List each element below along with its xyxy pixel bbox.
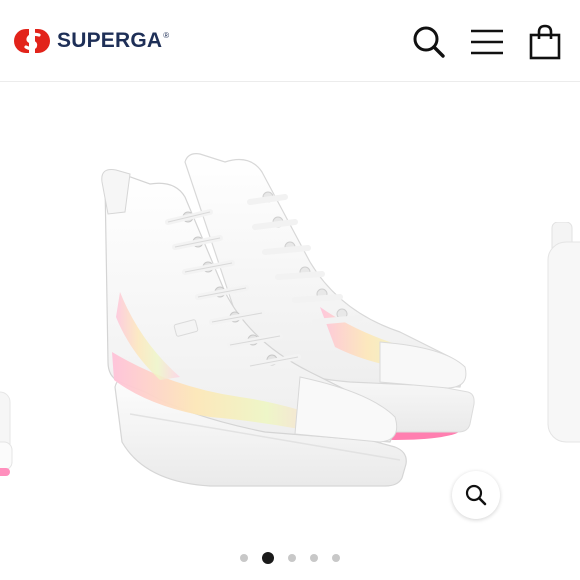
- cart-icon: [529, 24, 561, 60]
- slide-dot-2[interactable]: [262, 552, 274, 564]
- slide-dot-5[interactable]: [332, 554, 340, 562]
- brand-name: SUPERGA: [57, 29, 163, 52]
- zoom-button[interactable]: [452, 471, 500, 519]
- zoom-in-icon: [465, 484, 487, 506]
- registered-mark: ®: [163, 31, 170, 40]
- search-button[interactable]: [409, 22, 449, 62]
- brand-logo[interactable]: SUPERGA ®: [14, 27, 169, 55]
- slide-indicator: [0, 552, 580, 564]
- menu-icon: [471, 29, 503, 55]
- cart-button[interactable]: [525, 22, 565, 62]
- product-page: SUPERGA ®: [0, 0, 580, 580]
- superga-s-logo-icon: [14, 28, 50, 54]
- site-header: SUPERGA ®: [0, 0, 580, 82]
- product-gallery[interactable]: [0, 82, 580, 580]
- menu-button[interactable]: [467, 22, 507, 62]
- search-icon: [413, 26, 445, 58]
- previous-slide-image[interactable]: [0, 382, 15, 492]
- slide-dot-1[interactable]: [240, 554, 248, 562]
- slide-dot-3[interactable]: [288, 554, 296, 562]
- slide-dot-4[interactable]: [310, 554, 318, 562]
- product-image[interactable]: [50, 142, 530, 522]
- next-slide-image[interactable]: [546, 222, 580, 472]
